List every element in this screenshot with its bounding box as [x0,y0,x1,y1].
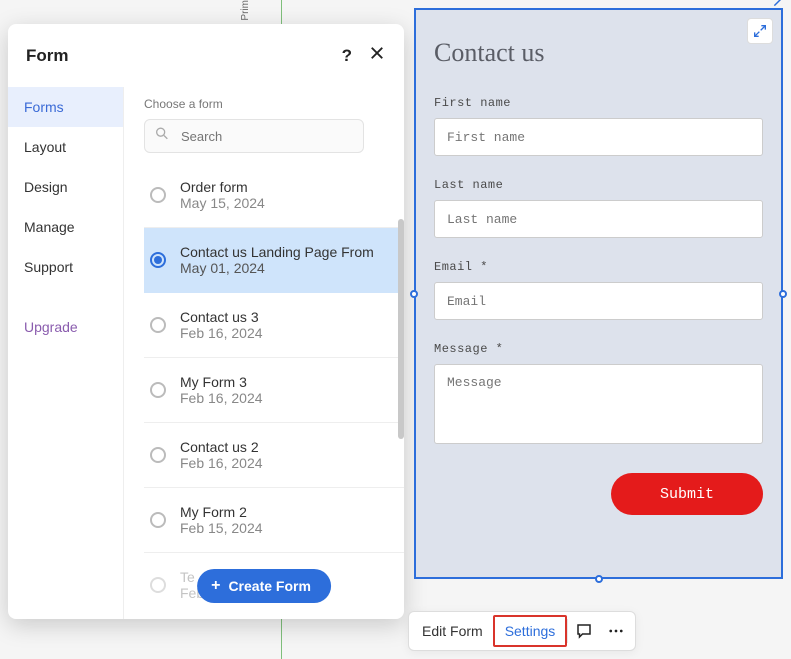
first-name-label: First name [434,96,763,110]
form-list[interactable]: Order form May 15, 2024 Contact us Landi… [144,163,404,619]
plus-icon: + [211,577,220,595]
submit-button[interactable]: Submit [611,473,763,515]
more-icon[interactable] [600,615,632,647]
form-item-date: Feb 15, 2024 [180,520,263,536]
form-item-date: Feb 16, 2024 [180,325,263,341]
form-list-content: Choose a form Order form May 15, 2024 [124,87,404,619]
message-label: Message * [434,342,763,356]
sidebar-item-layout[interactable]: Layout [8,127,123,167]
first-name-input[interactable] [434,118,763,156]
sidebar-item-manage[interactable]: Manage [8,207,123,247]
settings-button[interactable]: Settings [493,615,568,647]
last-name-input[interactable] [434,200,763,238]
form-row[interactable]: Contact us 2 Feb 16, 2024 [144,423,404,488]
comment-icon[interactable] [568,615,600,647]
last-name-label: Last name [434,178,763,192]
element-toolbar: Edit Form Settings [408,611,636,651]
search-icon [154,126,170,147]
sidebar-item-forms[interactable]: Forms [8,87,123,127]
radio-icon[interactable] [150,187,166,203]
form-row[interactable]: Order form May 15, 2024 [144,163,404,228]
axis-label: Prim [240,0,251,21]
panel-header: Form ? [8,24,404,87]
panel-title: Form [26,46,69,66]
sidebar-item-design[interactable]: Design [8,167,123,207]
email-label: Email * [434,260,763,274]
form-item-name: Order form [180,179,265,195]
resize-handle-right[interactable] [779,290,787,298]
edit-form-button[interactable]: Edit Form [412,615,493,647]
scrollbar[interactable] [394,163,404,619]
form-row[interactable]: Contact us Landing Page From May 01, 202… [144,228,404,293]
scrollbar-thumb[interactable] [398,219,404,439]
email-input[interactable] [434,282,763,320]
radio-icon[interactable] [150,317,166,333]
form-selector-panel: Form ? Forms Layout Design Manage Suppor… [8,24,404,619]
choose-form-label: Choose a form [144,97,404,111]
radio-icon[interactable] [150,512,166,528]
form-item-name: Contact us 3 [180,309,263,325]
sidebar-item-upgrade[interactable]: Upgrade [8,307,123,347]
radio-icon[interactable] [150,447,166,463]
expand-button[interactable] [747,18,773,44]
form-item-date: Feb 16, 2024 [180,390,263,406]
create-form-button[interactable]: + Create Form [197,569,331,603]
radio-icon[interactable] [150,382,166,398]
radio-icon[interactable] [150,577,166,593]
resize-handle-left[interactable] [410,290,418,298]
form-row[interactable]: My Form 3 Feb 16, 2024 [144,358,404,423]
close-icon[interactable] [368,44,386,67]
form-item-date: Feb 16, 2024 [180,455,263,471]
panel-sidebar: Forms Layout Design Manage Support Upgra… [8,87,124,619]
search-input[interactable] [144,119,364,153]
resize-handle-bottom[interactable] [595,575,603,583]
form-title: Contact us [434,38,763,68]
form-item-date: May 15, 2024 [180,195,265,211]
form-item-name: Contact us Landing Page From [180,244,374,260]
form-item-name: My Form 2 [180,504,263,520]
form-row[interactable]: Contact us 3 Feb 16, 2024 [144,293,404,358]
sidebar-item-support[interactable]: Support [8,247,123,287]
radio-icon[interactable] [150,252,166,268]
message-textarea[interactable] [434,364,763,444]
rotate-handle-icon[interactable] [772,0,786,13]
form-item-name: My Form 3 [180,374,263,390]
form-preview-canvas[interactable]: Contact us First name Last name Email * … [414,8,783,579]
form-item-date: May 01, 2024 [180,260,374,276]
form-row[interactable]: My Form 2 Feb 15, 2024 [144,488,404,553]
help-icon[interactable]: ? [342,46,352,66]
create-form-label: Create Form [228,578,310,594]
form-item-name: Contact us 2 [180,439,263,455]
